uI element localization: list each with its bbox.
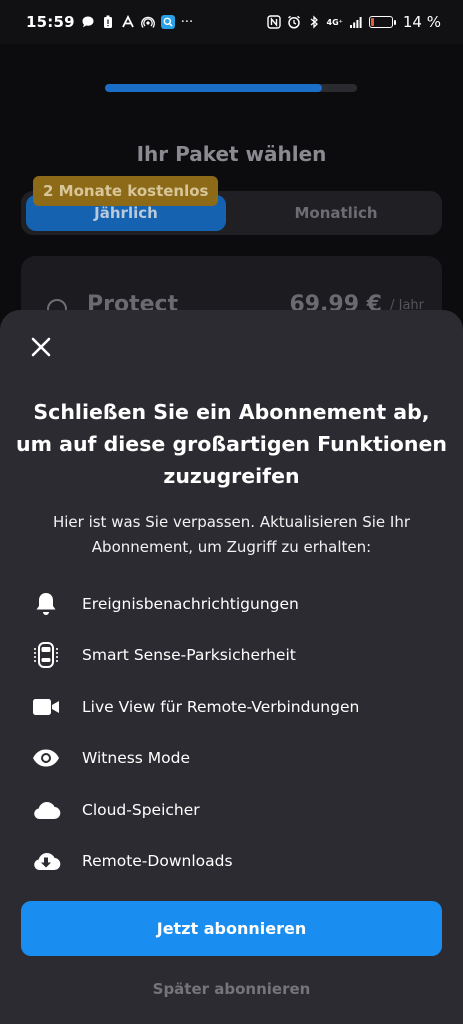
feature-label: Smart Sense-Parksicherheit [82, 646, 296, 665]
promo-badge: 2 Monate kostenlos [33, 176, 219, 206]
eye-icon [30, 742, 62, 774]
list-item: Smart Sense-Parksicherheit [30, 630, 440, 682]
page-title: Ihr Paket wählen [136, 142, 327, 166]
feature-label: Cloud-Speicher [82, 800, 200, 819]
status-time: 15:59 [26, 13, 75, 31]
list-item: Remote-Downloads [30, 836, 440, 888]
battery-percent: 14 % [402, 13, 441, 31]
signal-icon [349, 15, 363, 29]
nfc-icon [266, 15, 281, 29]
car-sensor-icon [30, 639, 62, 671]
toggle-monthly[interactable]: Monatlich [236, 195, 436, 231]
upgrade-bottom-sheet: Schließen Sie ein Abonnement ab, um auf … [0, 310, 463, 1024]
feature-label: Witness Mode [82, 749, 191, 768]
search-app-icon [160, 15, 175, 29]
hotspot-icon [140, 15, 155, 29]
bluetooth-icon [307, 15, 321, 29]
close-button[interactable] [22, 328, 60, 366]
list-item: Witness Mode [30, 733, 440, 785]
bell-icon [30, 588, 62, 620]
feature-label: Ereignisbenachrichtigungen [82, 594, 299, 613]
app-notification-icon [121, 15, 135, 29]
feature-label: Live View für Remote-Verbindungen [82, 697, 360, 716]
video-camera-icon [30, 691, 62, 723]
list-item: Cloud-Speicher [30, 784, 440, 836]
subscribe-now-button[interactable]: Jetzt abonnieren [21, 901, 442, 956]
more-notifications-icon: ··· [180, 14, 194, 30]
alarm-icon [287, 15, 301, 29]
subscribe-later-link[interactable]: Später abonnieren [0, 980, 463, 998]
close-icon [31, 337, 51, 357]
cloud-download-icon [30, 845, 62, 877]
onboarding-progress [105, 84, 357, 92]
battery-icon [368, 16, 396, 28]
battery-level [370, 18, 374, 26]
feature-list: Ereignisbenachrichtigungen Smart Sense-P… [30, 578, 440, 887]
chat-notification-icon [81, 15, 95, 29]
battery-alert-icon [101, 15, 115, 29]
feature-label: Remote-Downloads [82, 852, 233, 871]
network-type-label: 4G⁺ [326, 17, 343, 27]
sheet-title: Schließen Sie ein Abonnement ab, um auf … [16, 400, 447, 488]
sheet-subtitle: Hier ist was Sie verpassen. Aktualisiere… [52, 513, 411, 556]
list-item: Live View für Remote-Verbindungen [30, 681, 440, 733]
onboarding-progress-fill [105, 84, 322, 92]
status-bar: 15:59 ··· 4G⁺ 14 % [0, 0, 463, 44]
list-item: Ereignisbenachrichtigungen [30, 578, 440, 630]
cloud-icon [30, 794, 62, 826]
